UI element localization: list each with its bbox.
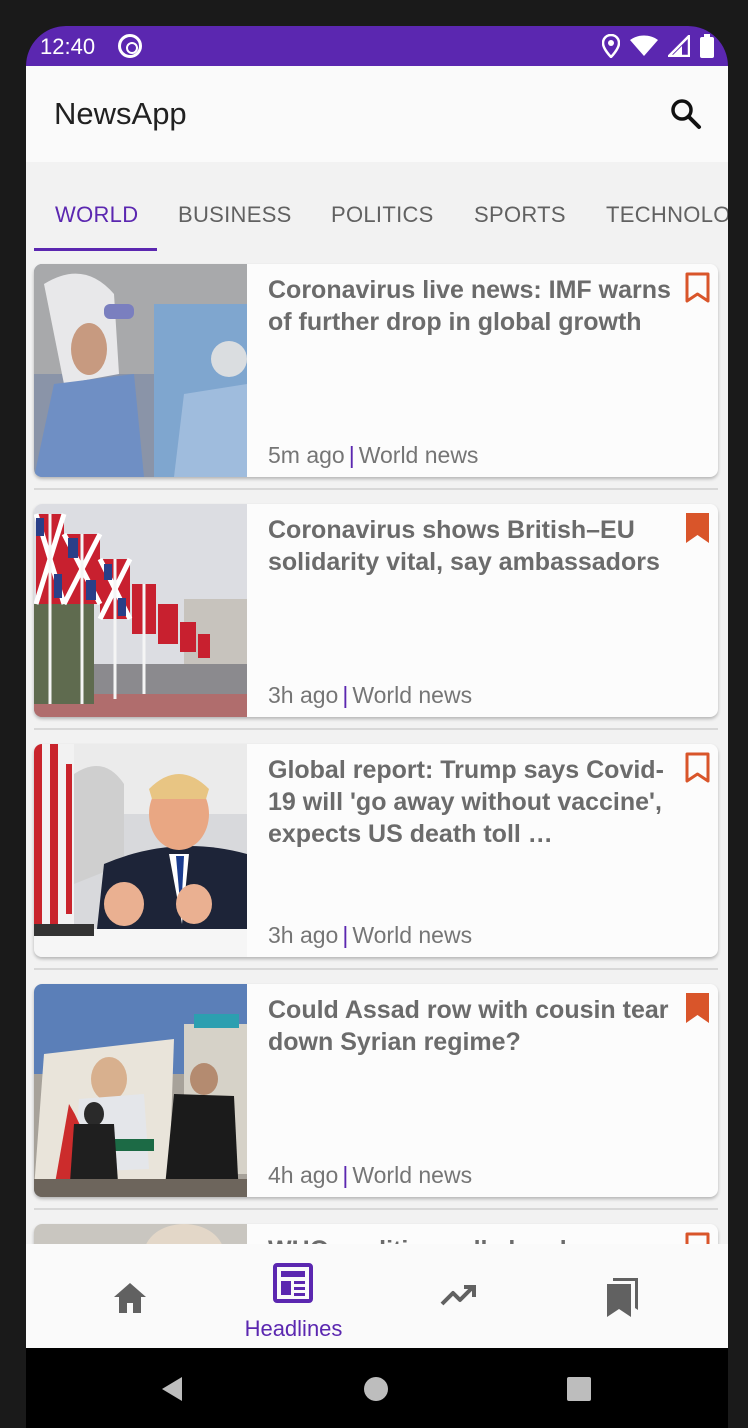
wifi-icon — [630, 35, 658, 56]
article-meta: 4h ago | World news — [268, 1162, 472, 1189]
bookmark-outline-icon[interactable] — [685, 752, 710, 784]
article-thumbnail — [34, 744, 247, 957]
article-meta: 3h ago | World news — [268, 682, 472, 709]
article-thumbnail — [34, 504, 247, 717]
article-headline: Coronavirus shows British–EU solidarity … — [268, 516, 660, 576]
tab-world[interactable]: WORLD — [55, 202, 138, 228]
meta-separator: | — [342, 922, 349, 948]
newspaper-icon — [273, 1263, 313, 1303]
meta-separator: | — [342, 682, 349, 708]
article-meta: 5m ago | World news — [268, 442, 478, 469]
article-headline: Could Assad row with cousin tear down Sy… — [268, 996, 669, 1056]
article-thumbnail — [34, 1224, 247, 1244]
article-meta: 3h ago | World news — [268, 922, 472, 949]
article-headline: Coronavirus live news: IMF warns of furt… — [268, 276, 671, 336]
meta-separator: | — [348, 442, 355, 468]
status-time: 12:40 — [40, 34, 96, 59]
article-age: 5m ago — [268, 442, 345, 468]
article-thumbnail — [34, 984, 247, 1197]
article-age: 3h ago — [268, 682, 339, 708]
home-circle-icon[interactable] — [363, 1376, 389, 1402]
battery-icon — [700, 34, 714, 58]
bookmark-filled-icon[interactable] — [685, 512, 710, 544]
article-card[interactable]: Coronavirus shows British–EU solidarity … — [34, 504, 718, 717]
tab-sports[interactable]: SPORTS — [474, 202, 566, 228]
at-sign-icon — [118, 34, 142, 58]
nav-headlines-label: Headlines — [244, 1316, 343, 1341]
tab-technology[interactable]: TECHNOLOGY — [606, 202, 728, 228]
article-card[interactable]: WHO coalition calls head — [34, 1224, 718, 1244]
divider — [34, 728, 718, 730]
article-headline: WHO coalition calls head — [268, 1234, 678, 1244]
bottom-navigation: Headlines — [26, 1244, 728, 1348]
article-headline: Global report: Trump says Covid-19 will … — [268, 756, 664, 848]
tab-politics[interactable]: POLITICS — [331, 202, 434, 228]
bookmark-outline-icon[interactable] — [685, 272, 710, 304]
article-section: World news — [352, 922, 473, 948]
tab-business[interactable]: BUSINESS — [178, 202, 292, 228]
article-section: World news — [352, 1162, 473, 1188]
article-age: 3h ago — [268, 922, 339, 948]
recents-icon[interactable] — [566, 1376, 592, 1402]
active-tab-indicator — [34, 248, 157, 251]
article-section: World news — [352, 682, 473, 708]
divider — [34, 968, 718, 970]
article-feed[interactable]: Coronavirus live news: IMF warns of furt… — [26, 254, 728, 1244]
status-bar: 12:40 — [26, 26, 728, 66]
divider — [34, 1208, 718, 1210]
divider — [34, 488, 718, 490]
trending-icon — [440, 1285, 476, 1306]
article-card[interactable]: Coronavirus live news: IMF warns of furt… — [34, 264, 718, 477]
article-age: 4h ago — [268, 1162, 339, 1188]
back-icon[interactable] — [160, 1376, 184, 1402]
location-icon — [602, 34, 620, 58]
app-bar: NewsApp — [26, 66, 728, 162]
home-icon — [114, 1283, 146, 1313]
article-card[interactable]: Could Assad row with cousin tear down Sy… — [34, 984, 718, 1197]
category-tabs: WORLD BUSINESS POLITICS SPORTS TECHNOLOG… — [26, 162, 728, 254]
meta-separator: | — [342, 1162, 349, 1188]
app-title: NewsApp — [54, 96, 187, 131]
nav-home[interactable] — [42, 1244, 217, 1348]
phone-screen: 12:40 NewsApp WORLD BUSINESS POLITICS SP… — [26, 26, 728, 1428]
nav-bookmarks[interactable] — [534, 1244, 709, 1348]
bookmarks-icon — [607, 1278, 638, 1317]
article-card[interactable]: Global report: Trump says Covid-19 will … — [34, 744, 718, 957]
bookmark-filled-icon[interactable] — [685, 992, 710, 1024]
search-icon[interactable] — [670, 98, 702, 130]
bookmark-outline-icon[interactable] — [685, 1232, 710, 1244]
nav-trending[interactable] — [370, 1244, 545, 1348]
signal-icon — [668, 35, 690, 57]
article-section: World news — [358, 442, 479, 468]
article-thumbnail — [34, 264, 247, 477]
nav-headlines[interactable]: Headlines — [206, 1244, 381, 1348]
system-navigation-bar — [26, 1348, 728, 1428]
